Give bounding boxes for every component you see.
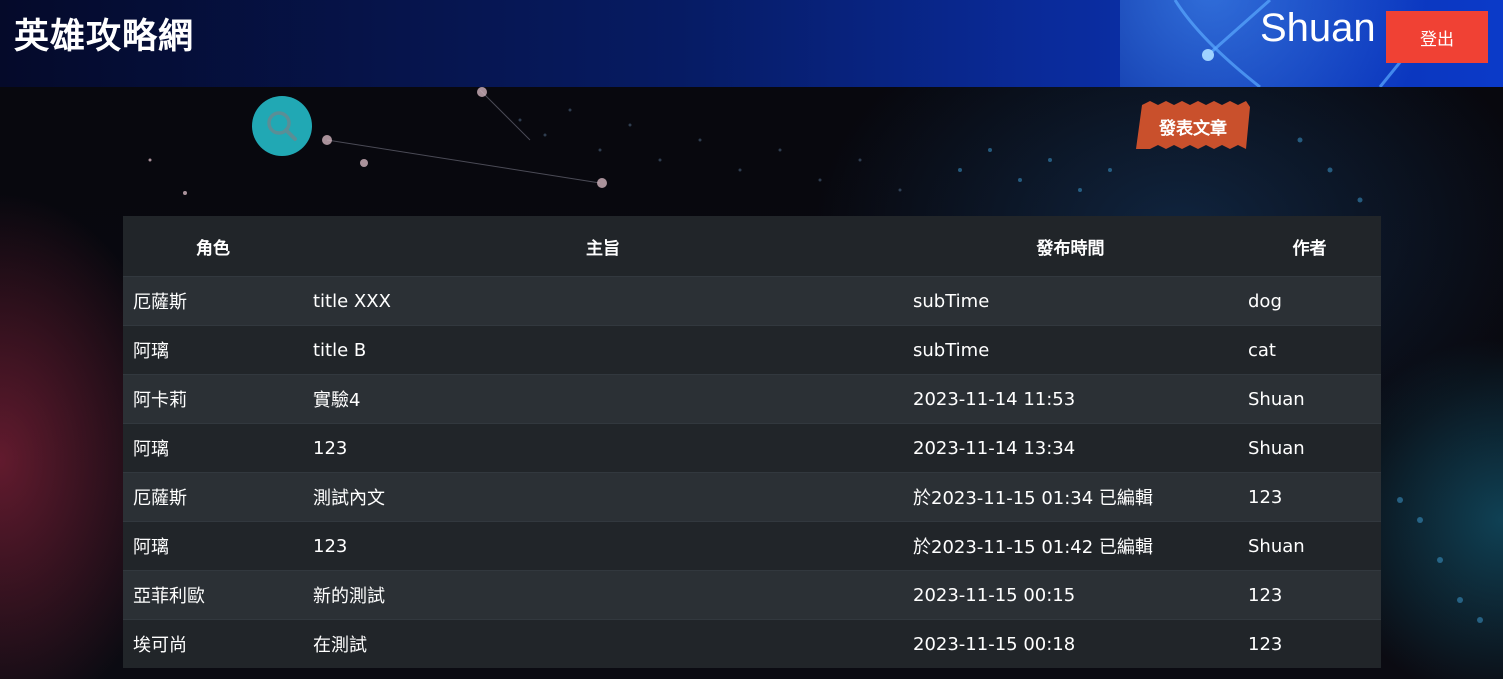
cell-title[interactable]: title B	[303, 325, 903, 375]
site-title[interactable]: 英雄攻略網	[14, 8, 194, 59]
table-row[interactable]: 厄薩斯 title XXX subTime dog	[123, 276, 1381, 326]
article-table-container: 角色 主旨 發布時間 作者 厄薩斯 title XXX subTime dog …	[123, 216, 1381, 668]
cell-role: 亞菲利歐	[123, 570, 303, 620]
cell-author: 123	[1238, 619, 1381, 668]
cell-title[interactable]: 在測試	[303, 619, 903, 668]
logout-button[interactable]: 登出	[1386, 11, 1488, 63]
cell-time: 2023-11-14 11:53	[903, 374, 1238, 424]
cell-title[interactable]: 123	[303, 521, 903, 571]
cell-time: 於2023-11-15 01:34 已編輯	[903, 472, 1238, 522]
article-table: 角色 主旨 發布時間 作者 厄薩斯 title XXX subTime dog …	[123, 216, 1381, 668]
cell-time: 2023-11-15 00:15	[903, 570, 1238, 620]
cell-author: cat	[1238, 325, 1381, 375]
publish-article-button[interactable]: 發表文章	[1134, 99, 1252, 153]
cell-author: Shuan	[1238, 423, 1381, 473]
top-header: 英雄攻略網 Shuan 登出	[0, 0, 1503, 87]
cell-time: 2023-11-14 13:34	[903, 423, 1238, 473]
cell-time: 2023-11-15 00:18	[903, 619, 1238, 668]
publish-button-label: 發表文章	[1159, 118, 1227, 139]
cell-time: subTime	[903, 325, 1238, 375]
column-header-author[interactable]: 作者	[1238, 216, 1381, 277]
table-row[interactable]: 阿璃 123 2023-11-14 13:34 Shuan	[123, 423, 1381, 473]
column-header-time[interactable]: 發布時間	[903, 216, 1238, 277]
search-button[interactable]	[252, 96, 312, 156]
cell-title[interactable]: 123	[303, 423, 903, 473]
cell-author: 123	[1238, 472, 1381, 522]
table-row[interactable]: 阿卡莉 實驗4 2023-11-14 11:53 Shuan	[123, 374, 1381, 424]
table-row[interactable]: 阿璃 123 於2023-11-15 01:42 已編輯 Shuan	[123, 521, 1381, 571]
cell-role: 阿璃	[123, 521, 303, 571]
cell-author: dog	[1238, 276, 1381, 326]
cell-role: 阿璃	[123, 423, 303, 473]
username-label: Shuan	[1260, 6, 1376, 50]
table-row[interactable]: 阿璃 title B subTime cat	[123, 325, 1381, 375]
search-icon	[267, 111, 297, 141]
column-header-role[interactable]: 角色	[123, 216, 303, 277]
table-row[interactable]: 埃可尚 在測試 2023-11-15 00:18 123	[123, 619, 1381, 668]
cell-role: 阿卡莉	[123, 374, 303, 424]
cell-author: 123	[1238, 570, 1381, 620]
cell-time: 於2023-11-15 01:42 已編輯	[903, 521, 1238, 571]
cell-author: Shuan	[1238, 521, 1381, 571]
cell-title[interactable]: 實驗4	[303, 374, 903, 424]
table-row[interactable]: 厄薩斯 測試內文 於2023-11-15 01:34 已編輯 123	[123, 472, 1381, 522]
cell-title[interactable]: 測試內文	[303, 472, 903, 522]
column-header-title[interactable]: 主旨	[303, 216, 903, 277]
cell-role: 埃可尚	[123, 619, 303, 668]
cell-role: 阿璃	[123, 325, 303, 375]
cell-title[interactable]: title XXX	[303, 276, 903, 326]
cell-role: 厄薩斯	[123, 276, 303, 326]
cell-title[interactable]: 新的測試	[303, 570, 903, 620]
cell-author: Shuan	[1238, 374, 1381, 424]
cell-time: subTime	[903, 276, 1238, 326]
table-header-row: 角色 主旨 發布時間 作者	[123, 216, 1381, 277]
table-row[interactable]: 亞菲利歐 新的測試 2023-11-15 00:15 123	[123, 570, 1381, 620]
cell-role: 厄薩斯	[123, 472, 303, 522]
